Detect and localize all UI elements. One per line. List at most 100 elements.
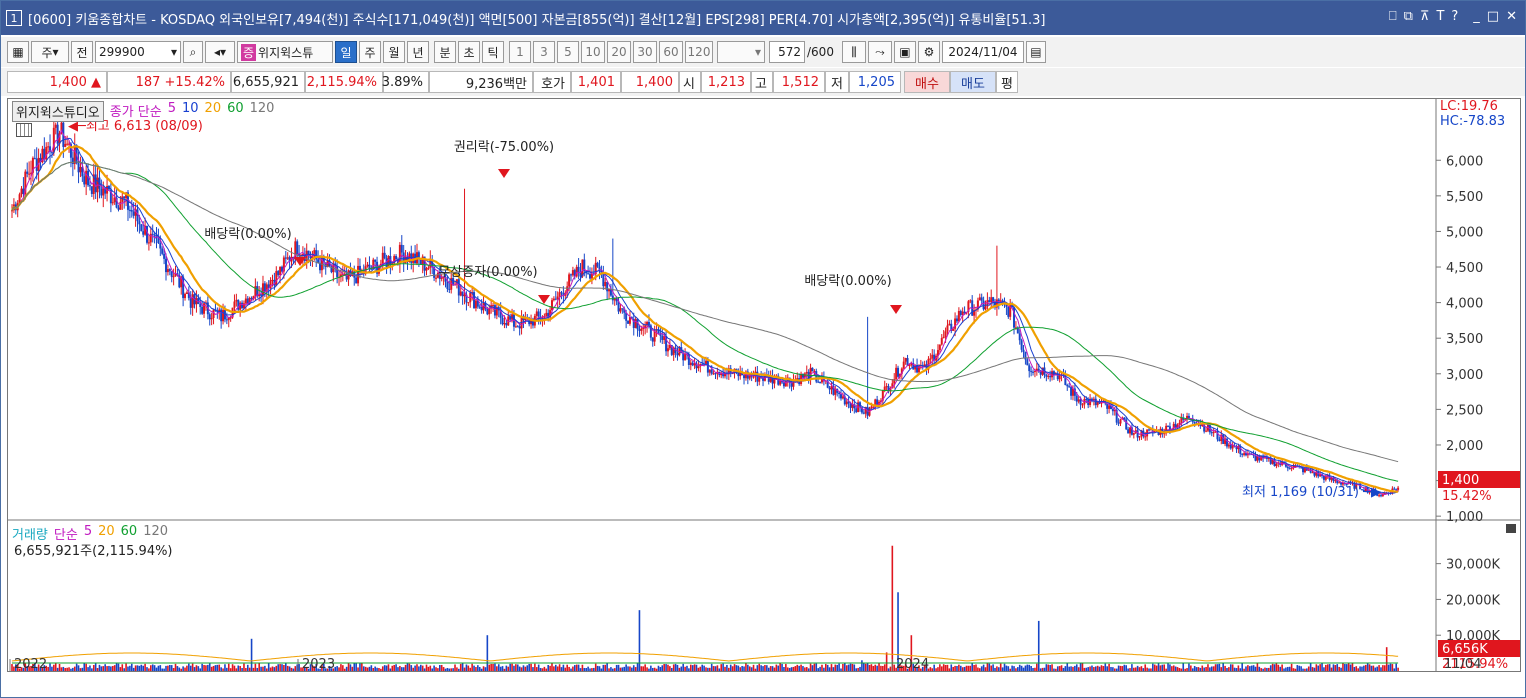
candle-body bbox=[1148, 429, 1151, 431]
volume-bar bbox=[94, 663, 97, 671]
search-icon[interactable]: ⌕ bbox=[183, 41, 203, 63]
interval-1[interactable]: 1 bbox=[509, 41, 531, 63]
volume-bar bbox=[1043, 667, 1046, 671]
candle-body bbox=[56, 124, 59, 144]
volume-bar bbox=[218, 664, 221, 671]
candle-body bbox=[862, 412, 865, 414]
volume-bar bbox=[1313, 667, 1316, 671]
copy-window-icon[interactable]: ⧉ bbox=[1404, 9, 1413, 24]
calendar-icon[interactable]: ▤ bbox=[1025, 41, 1046, 63]
candle-body bbox=[201, 306, 204, 314]
candle-body bbox=[261, 283, 264, 296]
interval-20[interactable]: 20 bbox=[607, 41, 631, 63]
volume-bar bbox=[579, 668, 582, 671]
volume-bar bbox=[676, 664, 679, 671]
sound-icon[interactable]: ◂▾ bbox=[205, 41, 235, 63]
ma-5-label[interactable]: 5 bbox=[168, 101, 176, 122]
tab-day[interactable]: 일 bbox=[335, 41, 357, 63]
volume-bar bbox=[950, 664, 953, 671]
layout-icon[interactable]: ▦ bbox=[7, 41, 29, 63]
tab-week[interactable]: 주 bbox=[359, 41, 381, 63]
interval-60[interactable]: 60 bbox=[659, 41, 683, 63]
candle-body bbox=[684, 353, 687, 361]
tab-tick[interactable]: 틱 bbox=[482, 41, 504, 63]
interval-30[interactable]: 30 bbox=[633, 41, 657, 63]
price-tick-label: 3,500 bbox=[1446, 332, 1483, 347]
stock-name-field[interactable]: 증 위지윅스튜 bbox=[237, 41, 333, 63]
volume-bar bbox=[1013, 666, 1015, 671]
grid-toggle-icon[interactable] bbox=[16, 123, 32, 137]
stock-code-input[interactable]: 299900 ▾ bbox=[95, 41, 181, 63]
volume-bar bbox=[421, 665, 424, 671]
gear-icon[interactable]: ⚙ bbox=[917, 41, 940, 63]
help-icon[interactable]: ? bbox=[1451, 9, 1458, 24]
ma-10-label[interactable]: 10 bbox=[182, 101, 199, 122]
count-input[interactable]: 572 bbox=[769, 41, 805, 63]
candle-body bbox=[855, 408, 858, 413]
tab-minute[interactable]: 분 bbox=[434, 41, 456, 63]
volume-bar bbox=[796, 664, 799, 671]
balance-button[interactable]: 평 bbox=[996, 71, 1018, 93]
candle-body bbox=[961, 311, 964, 315]
volume-bar bbox=[686, 665, 688, 671]
volume-bar bbox=[747, 664, 749, 671]
chart-svg[interactable]: 6,000 5,500 5,000 4,500 4,000 3,500 3,000 2,500… bbox=[8, 99, 1520, 671]
ma-120-label[interactable]: 120 bbox=[250, 101, 275, 122]
tab-second[interactable]: 초 bbox=[458, 41, 480, 63]
save-icon[interactable]: ▣ bbox=[893, 41, 916, 63]
date-input[interactable]: 2024/11/04 bbox=[941, 41, 1024, 63]
window-title: [0600] 키움종합차트 - KOSDAQ 외국인보유[7,494(천)] 주… bbox=[28, 12, 1046, 28]
volume-bar bbox=[1096, 665, 1099, 671]
restore-layout-icon[interactable]: ⎕ bbox=[1389, 9, 1397, 24]
volume-bar bbox=[661, 665, 664, 671]
volume-bar bbox=[1366, 663, 1369, 671]
pin-icon[interactable]: ⊼ bbox=[1420, 9, 1430, 24]
volume-bar bbox=[1165, 668, 1167, 671]
volume-bar bbox=[138, 665, 141, 671]
volume-bar bbox=[104, 664, 106, 671]
font-icon[interactable]: T bbox=[1436, 9, 1444, 24]
volume-bar bbox=[393, 664, 395, 671]
volume-bar bbox=[627, 666, 629, 671]
interval-5[interactable]: 5 bbox=[557, 41, 579, 63]
volume-bar bbox=[697, 667, 700, 671]
interval-select[interactable]: ▾ bbox=[717, 41, 765, 63]
interval-120[interactable]: 120 bbox=[685, 41, 713, 63]
interval-10[interactable]: 10 bbox=[581, 41, 605, 63]
price-tick-label: 1,000 bbox=[1446, 510, 1483, 525]
volume-bar bbox=[798, 665, 800, 671]
volume-bar bbox=[429, 665, 432, 671]
volume-bar bbox=[1239, 668, 1242, 671]
volume-bar bbox=[372, 668, 375, 671]
close-icon[interactable]: ✕ bbox=[1506, 9, 1517, 24]
jeon-button[interactable]: 전 bbox=[71, 41, 93, 63]
volume-bar bbox=[1224, 665, 1226, 671]
volume-bar bbox=[1195, 667, 1198, 671]
ma-60-label[interactable]: 60 bbox=[227, 101, 244, 122]
ma-20-label[interactable]: 20 bbox=[205, 101, 222, 122]
panel-close-icon[interactable] bbox=[1506, 524, 1516, 533]
tab-year[interactable]: 년 bbox=[407, 41, 429, 63]
candle-body bbox=[1227, 444, 1230, 447]
volume-bar bbox=[148, 668, 150, 671]
maximize-icon[interactable]: □ bbox=[1487, 9, 1499, 24]
volume-bar bbox=[716, 665, 719, 671]
volume-bar bbox=[876, 665, 878, 671]
volume-bar bbox=[1193, 666, 1196, 671]
volume-bar bbox=[448, 668, 451, 671]
mode-select[interactable]: 주 ▾ bbox=[31, 41, 69, 63]
volume-bar bbox=[581, 664, 584, 671]
chart-area[interactable]: 6,000 5,500 5,000 4,500 4,000 3,500 3,000 2,500… bbox=[7, 98, 1521, 672]
volume-bar bbox=[446, 667, 449, 671]
volume-bar bbox=[1070, 666, 1072, 671]
sell-button[interactable]: 매도 bbox=[950, 71, 996, 93]
tab-month[interactable]: 월 bbox=[383, 41, 405, 63]
stock-name-tag[interactable]: 위지윅스튜디오 bbox=[12, 101, 104, 122]
volume-bar bbox=[655, 668, 658, 671]
interval-3[interactable]: 3 bbox=[533, 41, 555, 63]
candle-body bbox=[988, 300, 991, 303]
minimize-icon[interactable]: _ bbox=[1473, 9, 1480, 24]
indicator-icon[interactable]: ⤳ bbox=[867, 41, 892, 63]
buy-button[interactable]: 매수 bbox=[904, 71, 950, 93]
candle-type-icon[interactable]: ⫼ bbox=[841, 41, 866, 63]
